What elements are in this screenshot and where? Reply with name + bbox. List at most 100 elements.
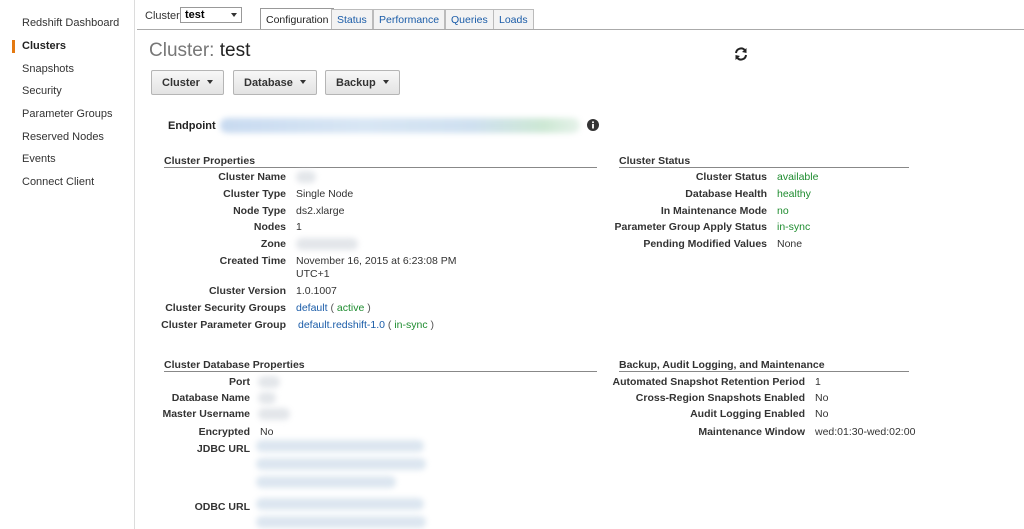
cluster-status-title: Cluster Status <box>619 155 691 167</box>
database-health-label: Database Health <box>685 188 767 200</box>
cluster-select-value: test <box>185 9 205 21</box>
database-menu-label: Database <box>244 77 293 89</box>
master-username-redacted <box>258 408 290 420</box>
cluster-name-redacted <box>296 171 316 183</box>
paren-open: ( <box>387 319 392 331</box>
created-time-label: Created Time <box>219 255 286 267</box>
cluster-version-value: 1.0.1007 <box>296 285 337 297</box>
cluster-name-label: Cluster Name <box>218 171 286 183</box>
audit-logging-label: Audit Logging Enabled <box>690 408 805 420</box>
section-divider <box>164 371 597 372</box>
tab-loads[interactable]: Loads <box>493 9 534 29</box>
encrypted-label: Encrypted <box>198 426 250 438</box>
cross-region-snapshots-label: Cross-Region Snapshots Enabled <box>635 392 805 404</box>
nodes-label: Nodes <box>253 221 286 233</box>
pending-modified-label: Pending Modified Values <box>643 238 767 250</box>
sidebar-item-security[interactable]: Security <box>22 85 62 97</box>
jdbc-url-label: JDBC URL <box>196 443 250 455</box>
backup-menu-label: Backup <box>336 77 376 89</box>
chevron-down-icon <box>382 80 389 84</box>
parameter-group-value: default.redshift-1.0 ( in-sync ) <box>298 319 434 331</box>
paren-close: ) <box>367 302 371 314</box>
parameter-group-status: in-sync <box>394 319 428 331</box>
parameter-apply-status-value: in-sync <box>777 221 811 233</box>
section-divider <box>164 167 597 168</box>
port-redacted <box>258 376 280 388</box>
database-health-value: healthy <box>777 188 811 200</box>
database-name-redacted <box>258 392 276 404</box>
tab-performance[interactable]: Performance <box>373 9 446 29</box>
master-username-label: Master Username <box>162 408 250 420</box>
odbc-url-redacted <box>256 516 426 528</box>
tab-queries[interactable]: Queries <box>445 9 494 29</box>
cluster-menu-button[interactable]: Cluster <box>151 70 224 95</box>
cluster-selector-label: Cluster: <box>145 10 183 22</box>
sidebar: Redshift Dashboard Clusters Snapshots Se… <box>0 0 135 529</box>
created-time-value: November 16, 2015 at 6:23:08 PM <box>296 255 457 267</box>
parameter-group-label: Cluster Parameter Group <box>161 319 286 331</box>
jdbc-url-redacted <box>256 458 426 470</box>
cluster-type-label: Cluster Type <box>223 188 286 200</box>
security-groups-label: Cluster Security Groups <box>165 302 286 314</box>
backup-section-title: Backup, Audit Logging, and Maintenance <box>619 359 825 371</box>
security-group-status: active <box>336 302 365 314</box>
maintenance-mode-value: no <box>777 205 789 217</box>
sidebar-active-indicator <box>12 40 15 53</box>
section-divider <box>619 167 909 168</box>
maintenance-mode-label: In Maintenance Mode <box>660 205 767 217</box>
cluster-type-value: Single Node <box>296 188 354 200</box>
snapshot-retention-label: Automated Snapshot Retention Period <box>612 376 805 388</box>
chevron-down-icon <box>231 13 237 17</box>
node-type-value: ds2.xlarge <box>296 205 345 217</box>
database-name-label: Database Name <box>171 392 250 404</box>
audit-logging-value: No <box>815 408 829 420</box>
tab-configuration[interactable]: Configuration <box>260 8 335 29</box>
endpoint-value-redacted <box>220 118 580 133</box>
chevron-down-icon <box>206 80 213 84</box>
page-title-prefix: Cluster: <box>149 40 215 61</box>
info-icon[interactable] <box>587 119 599 131</box>
page-title: Cluster: test <box>149 40 250 62</box>
cluster-menu-label: Cluster <box>162 77 200 89</box>
chevron-down-icon <box>299 80 306 84</box>
node-type-label: Node Type <box>233 205 286 217</box>
odbc-url-redacted <box>256 498 424 510</box>
paren-close: ) <box>430 319 435 331</box>
database-properties-title: Cluster Database Properties <box>164 359 305 371</box>
sidebar-item-reserved-nodes[interactable]: Reserved Nodes <box>22 131 104 143</box>
backup-menu-button[interactable]: Backup <box>325 70 400 95</box>
section-divider <box>619 371 909 372</box>
tab-status[interactable]: Status <box>331 9 373 29</box>
sidebar-item-parameter-groups[interactable]: Parameter Groups <box>22 108 112 120</box>
sidebar-item-clusters[interactable]: Clusters <box>22 40 66 52</box>
sidebar-item-redshift-dashboard[interactable]: Redshift Dashboard <box>22 17 119 29</box>
nodes-value: 1 <box>296 221 302 233</box>
endpoint-label: Endpoint <box>168 120 216 132</box>
zone-label: Zone <box>260 238 286 250</box>
snapshot-retention-value: 1 <box>815 376 821 388</box>
paren-open: ( <box>330 302 334 314</box>
jdbc-url-redacted <box>256 440 424 452</box>
cluster-properties-title: Cluster Properties <box>164 155 256 167</box>
cluster-select[interactable]: test <box>180 7 242 23</box>
sidebar-item-events[interactable]: Events <box>22 153 56 165</box>
encrypted-value: No <box>260 426 274 438</box>
security-group-link[interactable]: default <box>296 302 328 314</box>
odbc-url-label: ODBC URL <box>194 501 250 513</box>
cluster-status-value: available <box>777 171 819 183</box>
parameter-apply-status-label: Parameter Group Apply Status <box>614 221 767 233</box>
cluster-version-label: Cluster Version <box>208 285 286 297</box>
cluster-tab-bar: Cluster: test Configuration Status Perfo… <box>137 0 1024 30</box>
zone-redacted <box>296 238 358 250</box>
database-menu-button[interactable]: Database <box>233 70 317 95</box>
security-groups-value: default ( active ) <box>296 302 371 314</box>
refresh-icon[interactable] <box>733 46 749 62</box>
page-title-cluster-name: test <box>219 40 251 61</box>
cross-region-snapshots-value: No <box>815 392 829 404</box>
pending-modified-value: None <box>777 238 803 250</box>
sidebar-item-snapshots[interactable]: Snapshots <box>22 63 74 75</box>
maintenance-window-label: Maintenance Window <box>698 426 805 438</box>
cluster-status-label: Cluster Status <box>695 171 767 183</box>
sidebar-item-connect-client[interactable]: Connect Client <box>22 176 94 188</box>
parameter-group-link[interactable]: default.redshift-1.0 <box>298 319 385 331</box>
